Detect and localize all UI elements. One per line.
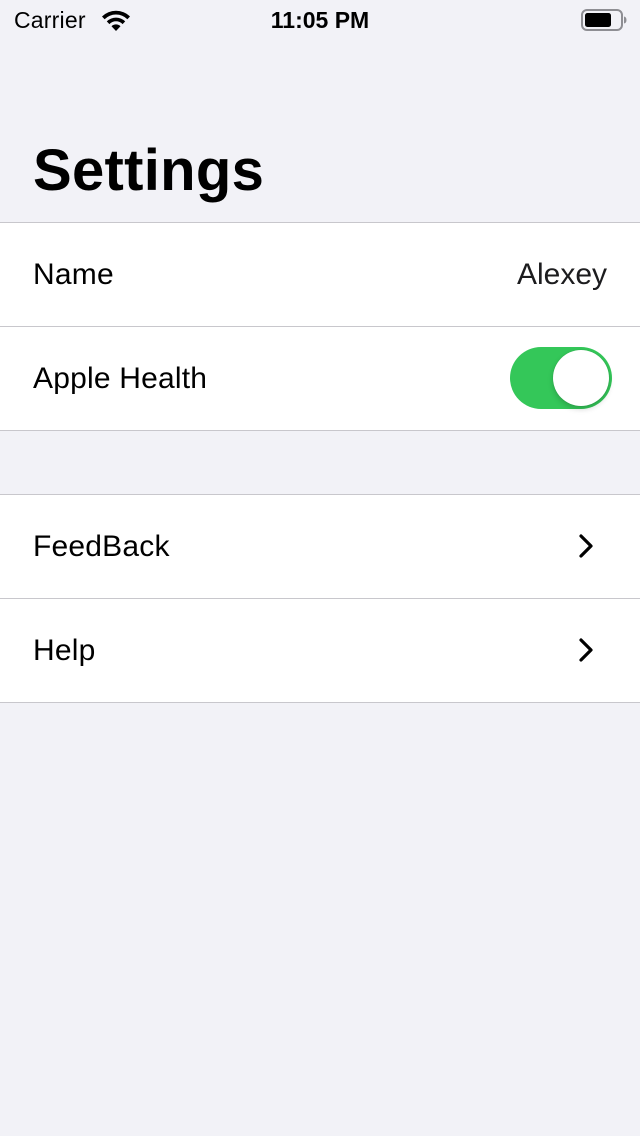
help-label: Help [33,633,96,667]
help-row[interactable]: Help [0,598,640,702]
page-title: Settings [33,138,265,203]
settings-group-profile: Name Alexey Apple Health [0,222,640,431]
apple-health-row: Apple Health [0,326,640,430]
battery-icon [581,9,627,31]
feedback-row[interactable]: FeedBack [0,495,640,598]
settings-group-support: FeedBack Help [0,494,640,703]
name-row[interactable]: Name Alexey [0,223,640,326]
status-bar: Carrier 11:05 PM [0,0,640,40]
feedback-label: FeedBack [33,529,170,563]
name-value: Alexey [516,257,607,291]
apple-health-toggle[interactable] [510,347,612,409]
name-label: Name [33,257,114,291]
chevron-right-icon [579,638,593,662]
apple-health-label: Apple Health [33,361,208,395]
chevron-right-icon [579,534,593,558]
status-time: 11:05 PM [270,7,370,33]
toggle-knob [553,350,609,406]
